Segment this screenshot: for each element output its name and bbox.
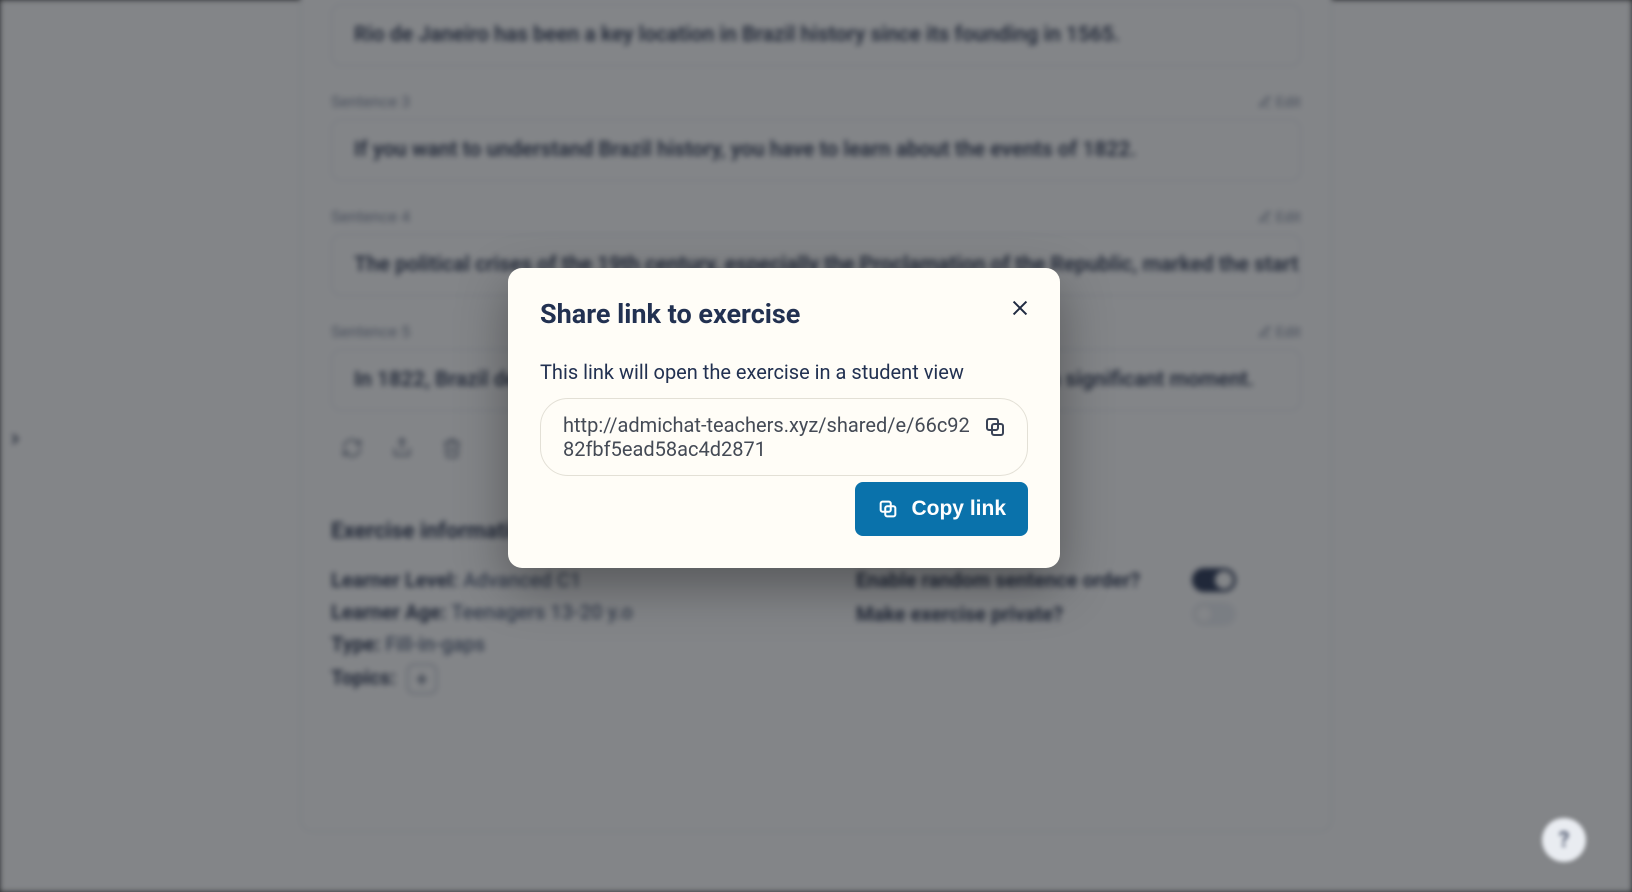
share-link-modal: Share link to exercise This link will op… — [508, 268, 1060, 568]
copy-icon — [983, 415, 1007, 439]
share-link-field[interactable]: http://admichat-teachers.xyz/shared/e/66… — [540, 398, 1028, 476]
modal-subtitle: This link will open the exercise in a st… — [540, 360, 1028, 384]
share-link-text: http://admichat-teachers.xyz/shared/e/66… — [563, 413, 970, 461]
copy-link-button[interactable]: Copy link — [855, 482, 1028, 536]
modal-title: Share link to exercise — [540, 298, 1028, 330]
copy-link-icon-button[interactable] — [983, 415, 1007, 439]
copy-icon — [877, 498, 899, 520]
close-modal-button[interactable] — [1002, 290, 1038, 326]
close-icon — [1009, 297, 1031, 319]
help-button[interactable]: ? — [1542, 818, 1586, 862]
copy-link-label: Copy link — [911, 497, 1006, 521]
